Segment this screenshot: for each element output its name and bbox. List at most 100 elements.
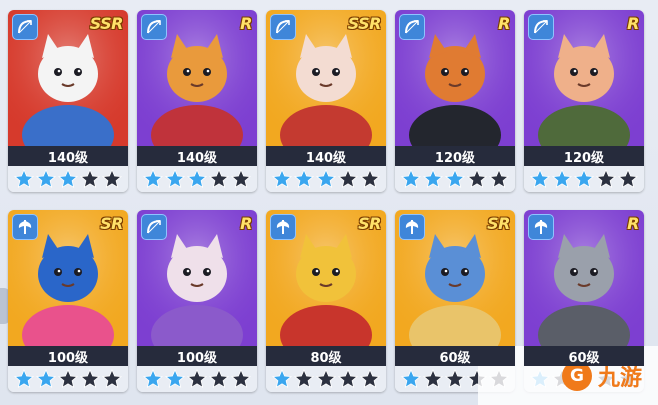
- hero-card[interactable]: SR 60级: [395, 210, 515, 392]
- weapon-type-badge: [270, 214, 296, 240]
- bow-icon: [145, 18, 163, 36]
- star-filled-icon: [401, 169, 421, 189]
- level-label: 120级: [395, 146, 515, 166]
- weapon-type-badge: [528, 14, 554, 40]
- weapon-type-badge: [12, 14, 38, 40]
- rarity-label: SR: [100, 214, 123, 233]
- star-empty-icon: [231, 369, 251, 389]
- level-label: 60级: [395, 346, 515, 366]
- weapon-type-badge: [399, 14, 425, 40]
- axe-icon: [532, 218, 550, 236]
- hero-card[interactable]: R 120级: [395, 10, 515, 192]
- hero-card[interactable]: SSR 140级: [266, 10, 386, 192]
- rarity-label: R: [240, 214, 252, 233]
- weapon-type-badge: [399, 214, 425, 240]
- rarity-label: R: [627, 214, 639, 233]
- weapon-type-badge: [528, 214, 554, 240]
- star-empty-icon: [231, 169, 251, 189]
- star-empty-icon: [80, 369, 100, 389]
- star-filled-icon: [401, 369, 421, 389]
- rarity-label: SSR: [89, 14, 124, 33]
- star-empty-icon: [338, 369, 358, 389]
- star-rating: [137, 166, 257, 192]
- star-empty-icon: [209, 169, 229, 189]
- star-empty-icon: [489, 169, 509, 189]
- rarity-label: R: [240, 14, 252, 33]
- rarity-label: SR: [487, 214, 510, 233]
- star-rating: [8, 366, 128, 392]
- star-filled-icon: [272, 169, 292, 189]
- star-filled-icon: [58, 169, 78, 189]
- hero-card[interactable]: R 120级: [524, 10, 644, 192]
- rarity-label: R: [498, 14, 510, 33]
- star-empty-icon: [209, 369, 229, 389]
- star-empty-icon: [360, 169, 380, 189]
- star-filled-icon: [165, 369, 185, 389]
- star-empty-icon: [445, 369, 465, 389]
- level-label: 100级: [8, 346, 128, 366]
- star-empty-icon: [423, 369, 443, 389]
- hero-card[interactable]: R 140级: [137, 10, 257, 192]
- star-empty-icon: [102, 169, 122, 189]
- star-filled-icon: [187, 169, 207, 189]
- axe-icon: [274, 218, 292, 236]
- star-rating: [266, 366, 386, 392]
- star-empty-icon: [58, 369, 78, 389]
- star-empty-icon: [360, 369, 380, 389]
- weapon-type-badge: [12, 214, 38, 240]
- star-empty-icon: [102, 369, 122, 389]
- hero-grid: SSR 140级 R 140级 SSR 140级 R 120级 R 120级 S…: [8, 10, 644, 392]
- star-filled-icon: [552, 169, 572, 189]
- weapon-type-badge: [270, 14, 296, 40]
- star-rating: [137, 366, 257, 392]
- hero-card[interactable]: SR 80级: [266, 210, 386, 392]
- bow-icon: [145, 218, 163, 236]
- star-filled-icon: [445, 169, 465, 189]
- star-filled-icon: [165, 169, 185, 189]
- star-filled-icon: [423, 169, 443, 189]
- star-filled-icon: [36, 369, 56, 389]
- bow-icon: [274, 18, 292, 36]
- star-filled-icon: [14, 169, 34, 189]
- rarity-label: SR: [358, 214, 381, 233]
- star-rating: [266, 166, 386, 192]
- star-filled-icon: [14, 369, 34, 389]
- star-filled-icon: [36, 169, 56, 189]
- level-label: 60级: [524, 346, 644, 366]
- star-empty-icon: [596, 169, 616, 189]
- level-label: 120级: [524, 146, 644, 166]
- rarity-label: SSR: [347, 14, 382, 33]
- level-label: 100级: [137, 346, 257, 366]
- bow-icon: [16, 18, 34, 36]
- star-filled-icon: [530, 169, 550, 189]
- level-label: 140级: [8, 146, 128, 166]
- star-empty-icon: [338, 169, 358, 189]
- star-empty-icon: [467, 169, 487, 189]
- hero-card[interactable]: R 60级: [524, 210, 644, 392]
- hero-card[interactable]: SSR 140级: [8, 10, 128, 192]
- level-label: 80级: [266, 346, 386, 366]
- star-empty-icon: [187, 369, 207, 389]
- rarity-label: R: [627, 14, 639, 33]
- level-label: 140级: [266, 146, 386, 166]
- level-label: 140级: [137, 146, 257, 166]
- star-filled-icon: [143, 369, 163, 389]
- star-filled-icon: [316, 169, 336, 189]
- hero-card[interactable]: SR 100级: [8, 210, 128, 392]
- star-filled-icon: [143, 169, 163, 189]
- bow-icon: [532, 18, 550, 36]
- star-rating: [8, 166, 128, 192]
- hero-card[interactable]: R 100级: [137, 210, 257, 392]
- axe-icon: [403, 218, 421, 236]
- star-empty-icon: [294, 369, 314, 389]
- star-rating: [524, 166, 644, 192]
- star-empty-icon: [80, 169, 100, 189]
- star-filled-icon: [574, 169, 594, 189]
- axe-icon: [16, 218, 34, 236]
- star-rating: [395, 166, 515, 192]
- weapon-type-badge: [141, 14, 167, 40]
- bow-icon: [403, 18, 421, 36]
- weapon-type-badge: [141, 214, 167, 240]
- star-filled-icon: [294, 169, 314, 189]
- star-empty-icon: [618, 169, 638, 189]
